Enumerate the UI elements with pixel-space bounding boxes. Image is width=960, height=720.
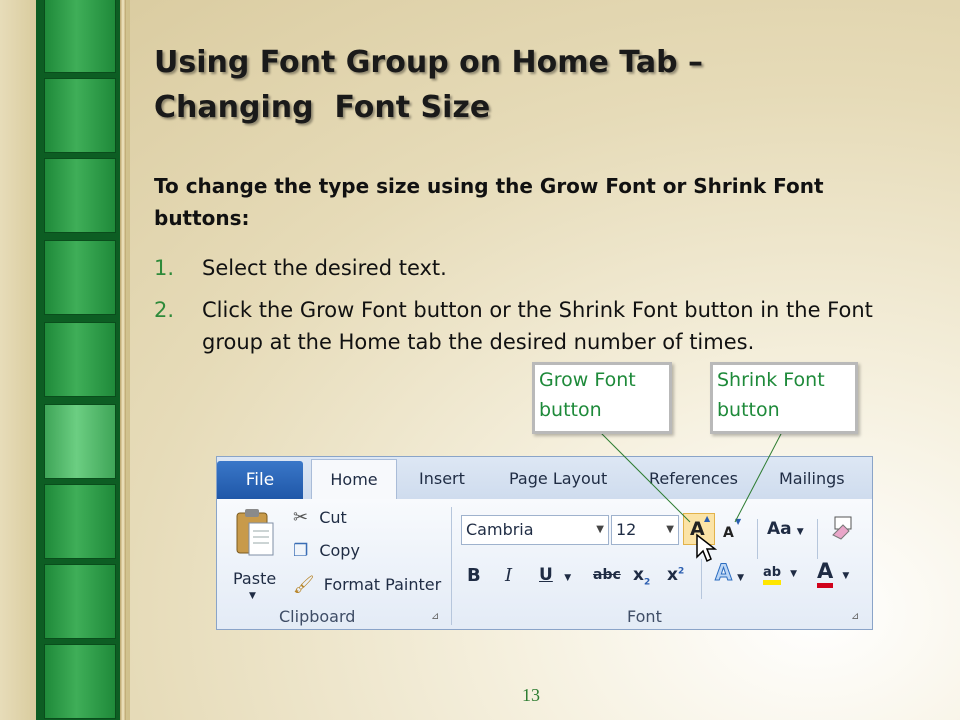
font-color-icon: A bbox=[817, 559, 834, 588]
paste-label: Paste bbox=[233, 569, 277, 588]
font-group-label: Font bbox=[627, 607, 662, 626]
tab-references[interactable]: References bbox=[649, 469, 738, 488]
group-separator bbox=[757, 519, 758, 559]
intro-text: To change the type size using the Grow F… bbox=[154, 174, 824, 230]
cut-label: Cut bbox=[319, 508, 347, 527]
group-separator bbox=[817, 519, 818, 559]
shrink-font-icon: A bbox=[723, 525, 734, 541]
format-painter-button[interactable]: 🖌 Format Painter bbox=[293, 575, 441, 599]
text-effects-button[interactable]: A ▼ bbox=[714, 561, 745, 587]
dialog-launcher-icon[interactable]: ⊿ bbox=[851, 611, 859, 622]
arrow-down-icon: ▼ bbox=[735, 517, 742, 526]
chevron-down-icon: ▼ bbox=[666, 524, 674, 535]
font-color-button[interactable]: A ▼ bbox=[817, 559, 850, 588]
shrink-font-button[interactable]: A ▼ bbox=[721, 517, 747, 545]
font-size-combo[interactable]: 12 ▼ bbox=[611, 515, 679, 545]
arrow-up-icon: ▲ bbox=[704, 514, 711, 523]
ribbon-body: Paste ▼ ✂ Cut ❐ Copy 🖌 Format Painter Cl… bbox=[217, 499, 872, 629]
bold-icon: B bbox=[467, 565, 481, 586]
brush-icon: 🖌 bbox=[293, 575, 315, 595]
change-case-button[interactable]: Aa ▼ bbox=[767, 519, 804, 539]
decorative-tile bbox=[44, 404, 116, 479]
chevron-down-icon: ▼ bbox=[596, 524, 604, 535]
change-case-icon: Aa bbox=[767, 519, 792, 539]
decorative-tile bbox=[44, 564, 116, 639]
underline-button[interactable]: U ▼ bbox=[539, 565, 571, 585]
highlighter-icon: ab bbox=[763, 565, 782, 585]
clear-formatting-icon bbox=[832, 516, 852, 540]
cut-button[interactable]: ✂ Cut bbox=[293, 507, 347, 531]
dialog-launcher-icon[interactable]: ⊿ bbox=[431, 611, 439, 622]
clear-formatting-button[interactable] bbox=[829, 515, 855, 543]
decorative-tile bbox=[44, 322, 116, 397]
chevron-down-icon: ▼ bbox=[249, 591, 256, 601]
decorative-tile bbox=[44, 0, 116, 73]
copy-label: Copy bbox=[319, 541, 360, 560]
group-separator bbox=[701, 559, 702, 599]
italic-button[interactable]: I bbox=[505, 565, 512, 586]
paste-icon bbox=[236, 509, 274, 556]
superscript-icon: x2 bbox=[667, 565, 685, 585]
copy-icon: ❐ bbox=[293, 541, 309, 561]
slide-title-line1: Using Font Group on Home Tab – bbox=[154, 45, 704, 80]
decorative-tile bbox=[44, 644, 116, 719]
format-painter-label: Format Painter bbox=[323, 575, 442, 594]
decorative-gold-border bbox=[120, 0, 126, 720]
text-effects-icon: A bbox=[714, 561, 733, 587]
chevron-down-icon: ▼ bbox=[790, 569, 798, 579]
shrink-font-callout: Shrink Font button bbox=[710, 362, 858, 434]
subscript-button[interactable]: x2 bbox=[633, 565, 650, 587]
grow-font-callout: Grow Font button bbox=[532, 362, 672, 434]
tab-home[interactable]: Home bbox=[311, 459, 397, 501]
italic-icon: I bbox=[505, 565, 513, 586]
chevron-down-icon: ▼ bbox=[796, 527, 804, 537]
highlight-color-button[interactable]: ab ▼ bbox=[763, 561, 798, 585]
strikethrough-icon: abc bbox=[593, 567, 621, 583]
font-name-combo[interactable]: Cambria ▼ bbox=[461, 515, 609, 545]
subscript-icon: x2 bbox=[633, 565, 651, 588]
underline-icon: U bbox=[539, 565, 553, 585]
bold-button[interactable]: B bbox=[467, 565, 481, 586]
paste-button[interactable]: Paste ▼ bbox=[227, 507, 287, 603]
slide-title: Using Font Group on Home Tab – Changing … bbox=[154, 40, 854, 130]
tab-file[interactable]: File bbox=[217, 461, 303, 499]
word-ribbon-screenshot: File Home Insert Page Layout References … bbox=[216, 456, 873, 630]
step-text: Select the desired text. bbox=[202, 256, 447, 280]
strikethrough-button[interactable]: abc bbox=[593, 567, 621, 583]
group-separator bbox=[451, 507, 452, 625]
mouse-pointer-icon bbox=[696, 533, 717, 563]
step-number: 1. bbox=[154, 256, 175, 280]
decorative-tile bbox=[44, 240, 116, 315]
scissors-icon: ✂ bbox=[293, 507, 309, 528]
page-number: 13 bbox=[522, 685, 540, 705]
clipboard-group-label: Clipboard bbox=[279, 607, 356, 626]
font-name-value: Cambria bbox=[466, 520, 534, 539]
chevron-down-icon: ▼ bbox=[737, 573, 745, 583]
copy-button[interactable]: ❐ Copy bbox=[293, 541, 360, 565]
ribbon-tab-bar: File Home Insert Page Layout References … bbox=[217, 457, 872, 501]
tab-mailings[interactable]: Mailings bbox=[779, 469, 845, 488]
steps-list: 1. Select the desired text. 2. Click the… bbox=[154, 252, 914, 368]
decorative-tile bbox=[44, 78, 116, 153]
tab-insert[interactable]: Insert bbox=[419, 469, 465, 488]
chevron-down-icon: ▼ bbox=[564, 573, 572, 583]
font-size-value: 12 bbox=[616, 520, 637, 539]
decorative-tile bbox=[44, 158, 116, 233]
list-item: 1. Select the desired text. bbox=[154, 252, 914, 284]
chevron-down-icon: ▼ bbox=[842, 571, 850, 581]
superscript-button[interactable]: x2 bbox=[667, 565, 684, 585]
tab-page-layout[interactable]: Page Layout bbox=[509, 469, 607, 488]
step-number: 2. bbox=[154, 298, 175, 322]
decorative-tile bbox=[44, 484, 116, 559]
step-text: Click the Grow Font button or the Shrink… bbox=[202, 298, 873, 354]
list-item: 2. Click the Grow Font button or the Shr… bbox=[154, 294, 914, 358]
slide-title-line2: Changing Font Size bbox=[154, 90, 491, 125]
